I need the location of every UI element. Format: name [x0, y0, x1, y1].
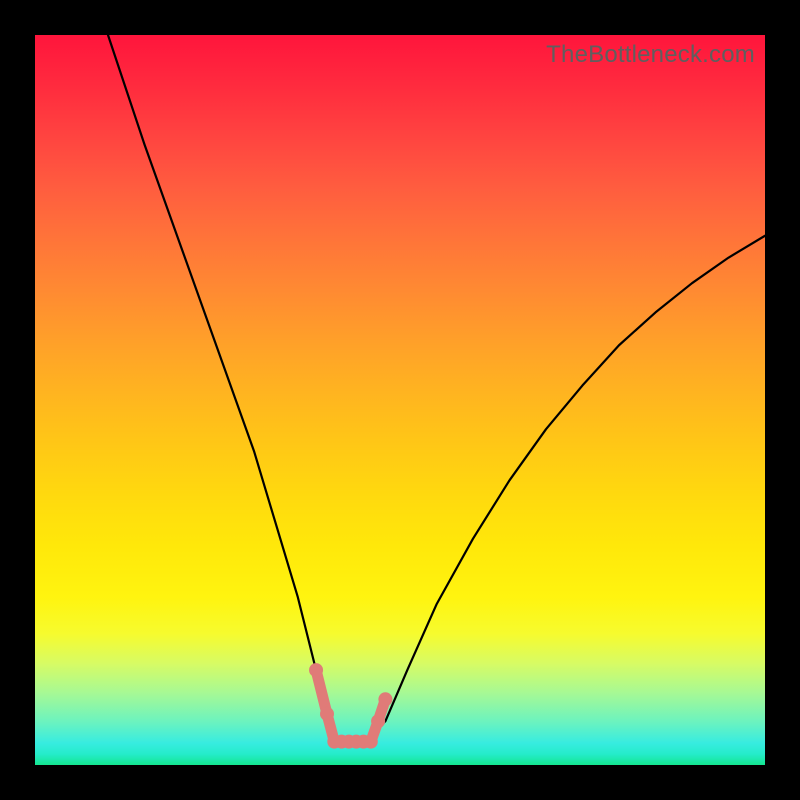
band-dot-icon	[320, 707, 334, 721]
band-dot-icon	[371, 714, 385, 728]
band-dot-icon	[309, 663, 323, 677]
chart-frame: TheBottleneck.com	[0, 0, 800, 800]
band-dot-icon	[378, 692, 392, 706]
band-dot-icon	[364, 735, 378, 749]
curve-line	[108, 35, 765, 742]
chart-curves	[35, 35, 765, 765]
bottom-band-line	[309, 663, 392, 749]
chart-plot-area: TheBottleneck.com	[35, 35, 765, 765]
